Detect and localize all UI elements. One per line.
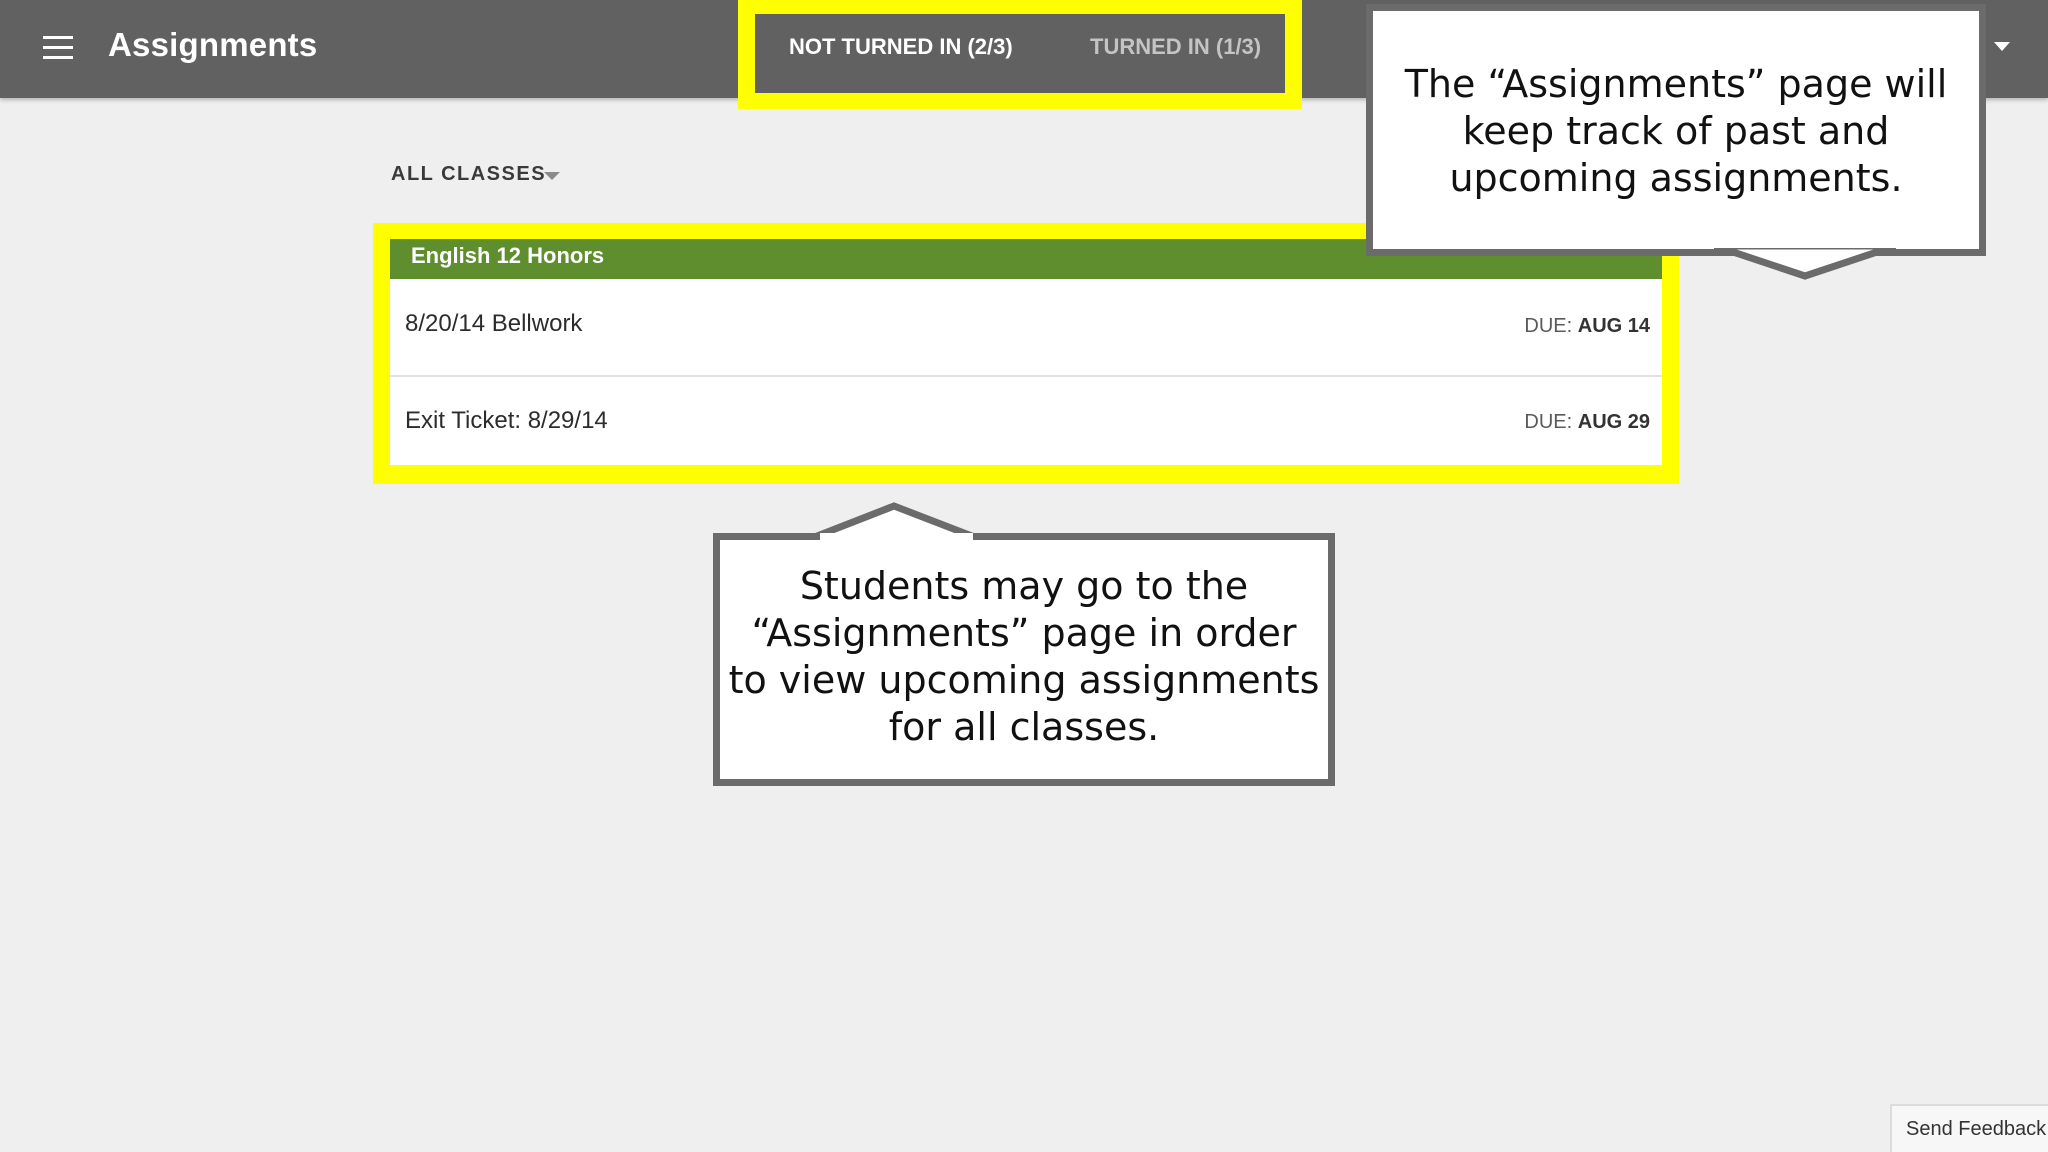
assignment-title[interactable]: 8/20/14 Bellwork: [405, 310, 582, 338]
class-name: English 12 Honors: [411, 243, 605, 268]
hamburger-menu-icon[interactable]: [43, 36, 73, 62]
callout-text: The “Assignments” page will keep track o…: [1404, 62, 1948, 200]
tab-turned-in[interactable]: TURNED IN (1/3): [1090, 34, 1261, 60]
assignment-title[interactable]: Exit Ticket: 8/29/14: [405, 407, 608, 435]
tab-not-turned-in[interactable]: NOT TURNED IN (2/3): [789, 34, 1013, 60]
callout-view-upcoming: Students may go to the “Assignments” pag…: [713, 533, 1335, 786]
callout-pointer-gap: [820, 533, 973, 540]
due-date-value: AUG 14: [1577, 315, 1650, 337]
class-filter-dropdown[interactable]: ALL CLASSES: [391, 163, 546, 186]
due-date-value: AUG 29: [1577, 411, 1650, 433]
callout-assignments-tracking: The “Assignments” page will keep track o…: [1366, 4, 1986, 256]
page-title: Assignments: [108, 26, 318, 63]
caret-down-icon[interactable]: [544, 172, 560, 180]
callout-text: Students may go to the “Assignments” pag…: [728, 564, 1320, 749]
assignment-due-date: DUE: AUG 14: [1524, 315, 1650, 338]
assignment-row[interactable]: 8/20/14 Bellwork DUE: AUG 14: [390, 279, 1662, 377]
assignment-row[interactable]: Exit Ticket: 8/29/14 DUE: AUG 29: [390, 377, 1662, 465]
callout-pointer-top: [1713, 240, 1897, 280]
account-dropdown-icon[interactable]: [1994, 42, 2010, 51]
due-prefix: DUE:: [1524, 315, 1573, 337]
due-prefix: DUE:: [1524, 411, 1573, 433]
send-feedback-button[interactable]: Send Feedback: [1890, 1104, 2048, 1152]
class-assignment-card: English 12 Honors 8/20/14 Bellwork DUE: …: [390, 239, 1662, 465]
assignment-due-date: DUE: AUG 29: [1524, 411, 1650, 434]
